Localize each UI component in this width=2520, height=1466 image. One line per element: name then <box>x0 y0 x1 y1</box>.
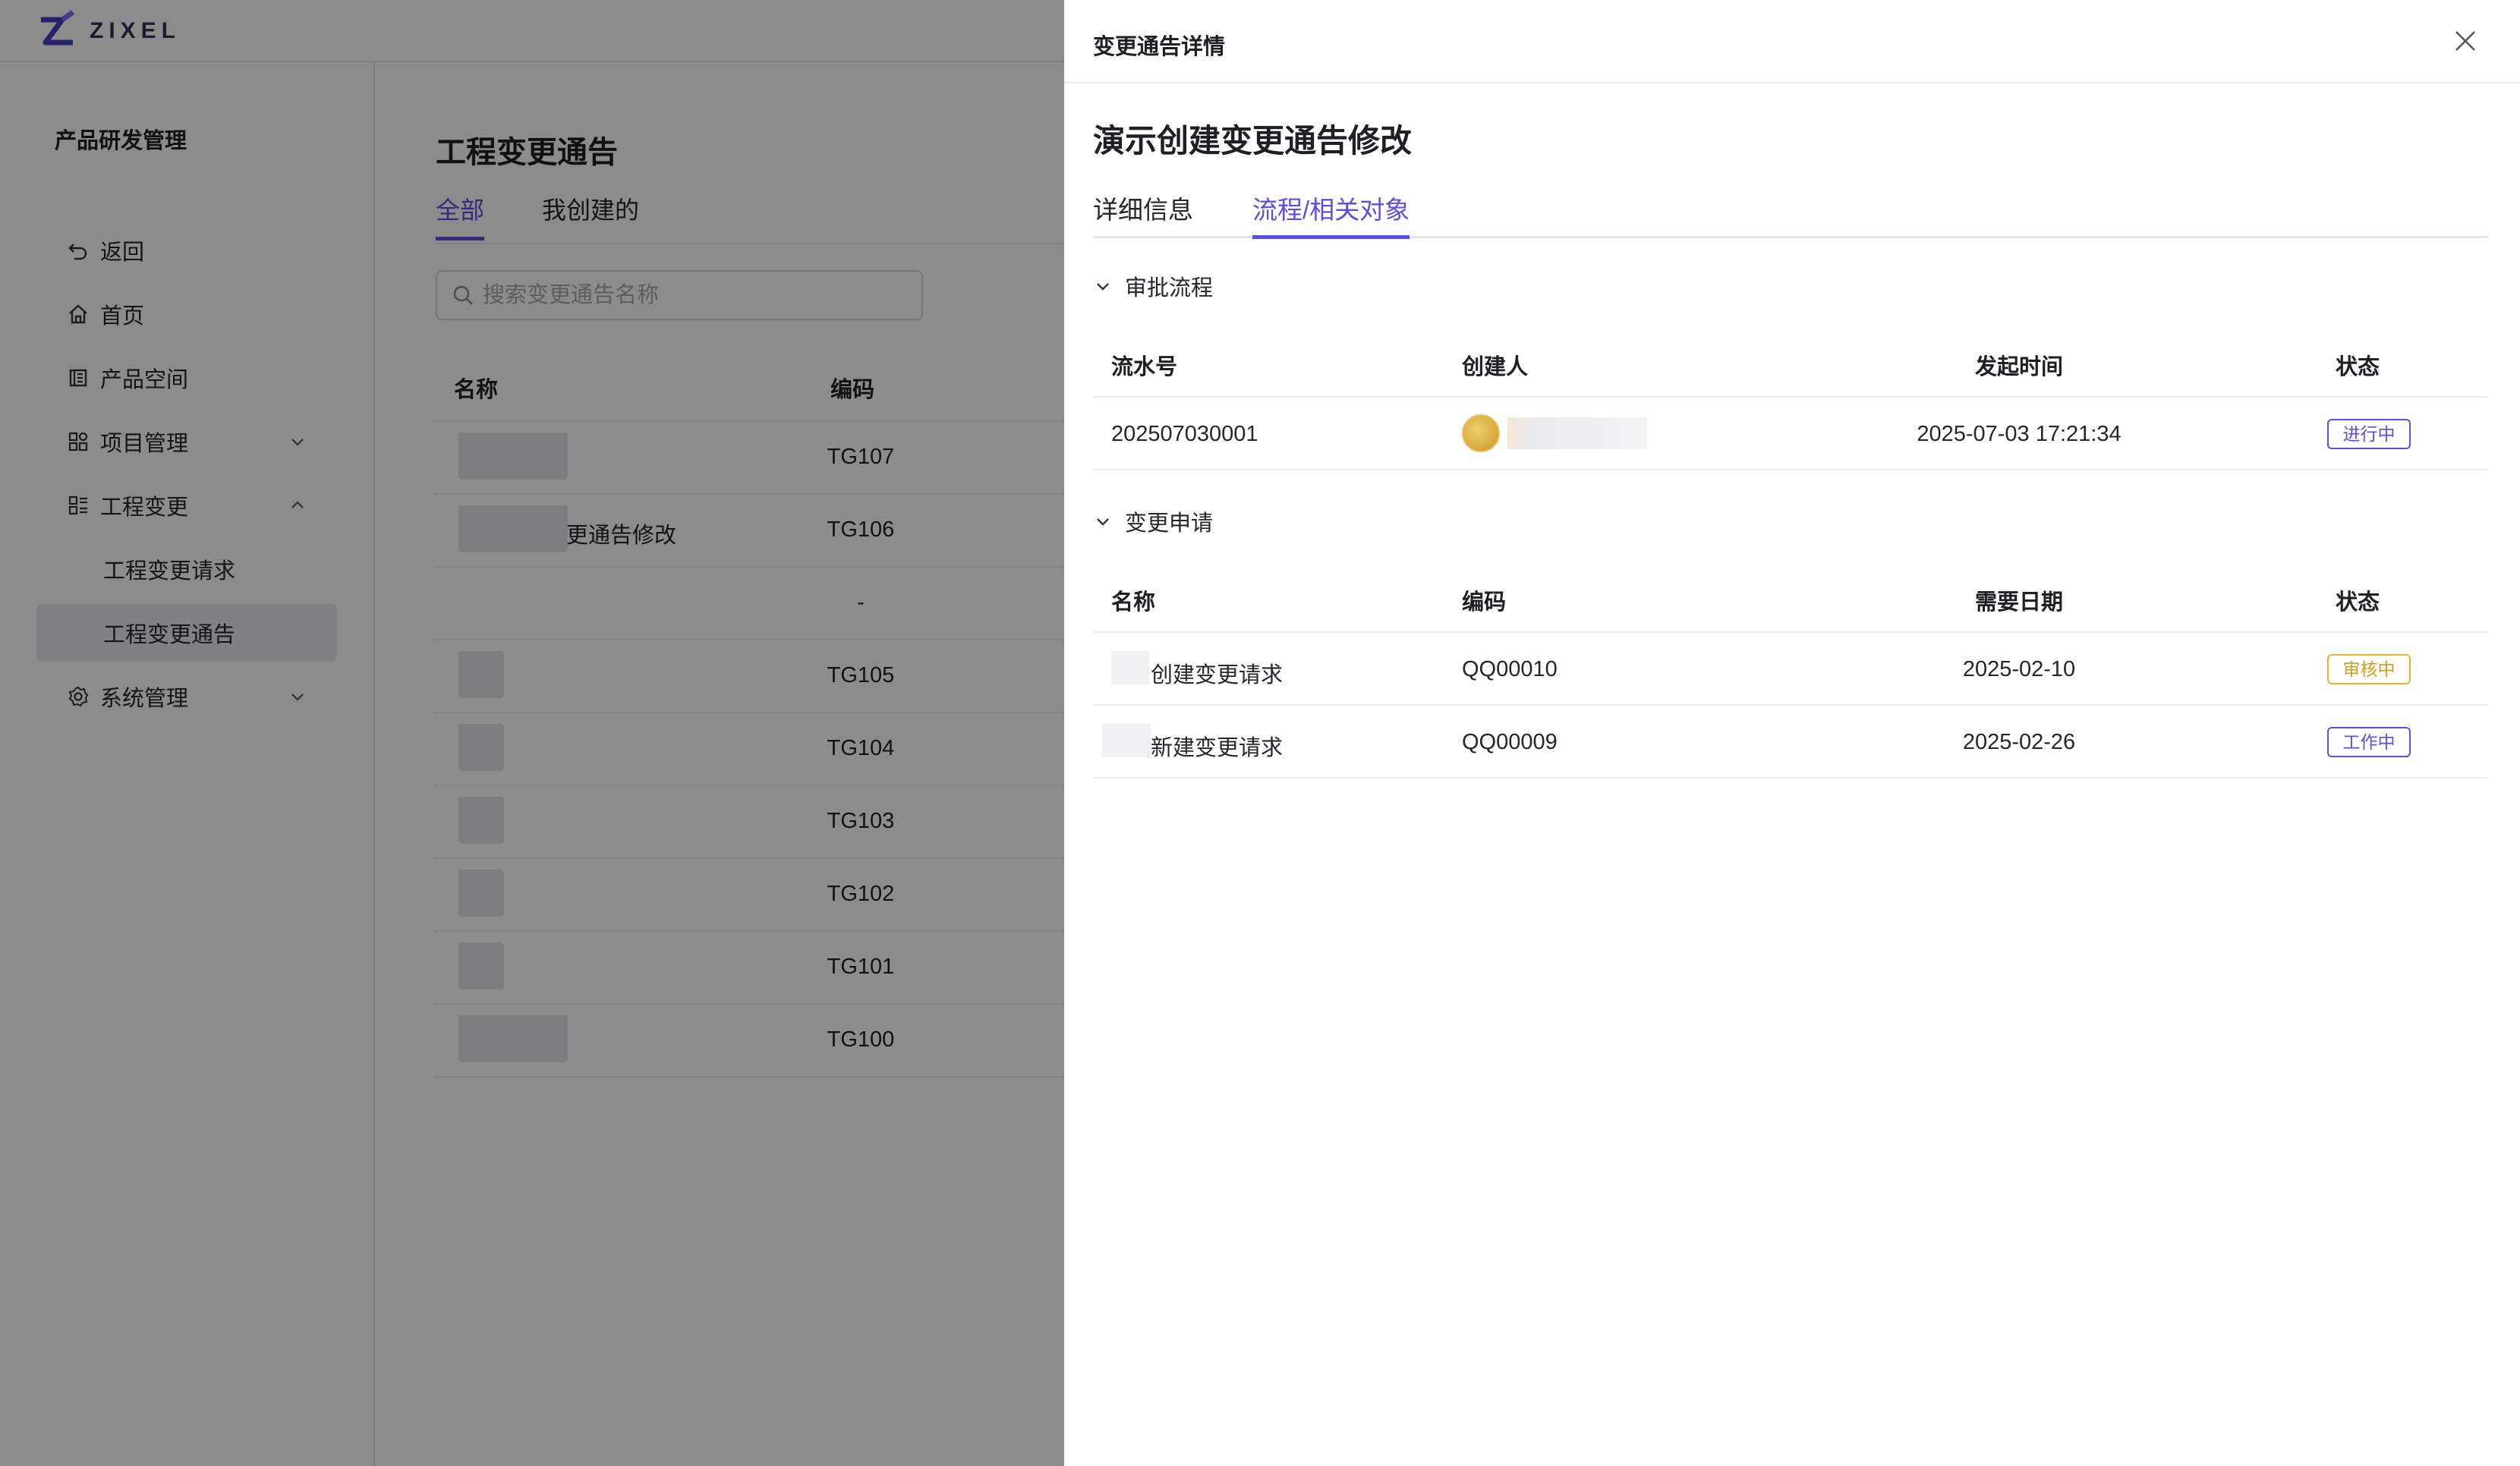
column-header-creator: 创建人 <box>1462 355 1529 379</box>
section-approval-process[interactable]: 审批流程 <box>1093 270 1213 302</box>
drawer-tabs: 详细信息 流程/相关对象 <box>1093 190 2488 239</box>
table-row[interactable]: 创建变更请求 QQ00010 2025-02-10 审核中 <box>1093 633 2488 706</box>
section-title: 审批流程 <box>1125 276 1214 300</box>
change-notice-detail-drawer: 变更通告详情 演示创建变更通告修改 详细信息 流程/相关对象 审批流程 流水号 … <box>1064 0 2520 1466</box>
request-code: QQ00010 <box>1462 657 1558 681</box>
column-header-required-date: 需要日期 <box>1974 590 2063 615</box>
serial-number: 202507030001 <box>1111 422 1258 446</box>
status-badge: 进行中 <box>2327 419 2411 449</box>
close-icon[interactable] <box>2452 27 2479 55</box>
redacted-name-prefix <box>1111 651 1149 684</box>
chevron-down-icon <box>1097 283 1109 291</box>
start-time: 2025-07-03 17:21:34 <box>1917 422 2122 446</box>
tab-process-related[interactable]: 流程/相关对象 <box>1252 190 1410 239</box>
request-code: QQ00009 <box>1462 730 1558 754</box>
status-badge: 审核中 <box>2327 654 2411 684</box>
section-change-requests[interactable]: 变更申请 <box>1093 505 1213 537</box>
approval-table-header: 流水号 创建人 发起时间 状态 <box>1093 325 2488 398</box>
column-header-status: 状态 <box>2335 590 2380 615</box>
status-badge: 工作中 <box>2327 727 2411 757</box>
table-row[interactable]: 202507030001 2025-07-03 17:21:34 进行中 <box>1093 398 2488 470</box>
column-header-status: 状态 <box>2335 355 2380 379</box>
table-row[interactable]: 新建变更请求 QQ00009 2025-02-26 工作中 <box>1093 706 2488 779</box>
request-name-link[interactable]: 创建变更请求 <box>1151 657 1283 689</box>
avatar <box>1462 414 1500 452</box>
drawer-header: 变更通告详情 <box>1064 0 2520 83</box>
tab-details[interactable]: 详细信息 <box>1093 190 1193 235</box>
column-header-serial: 流水号 <box>1111 355 1178 379</box>
change-request-table-header: 名称 编码 需要日期 状态 <box>1093 560 2488 633</box>
redacted-creator-name <box>1507 417 1647 449</box>
section-title: 变更申请 <box>1125 511 1214 536</box>
request-name-link[interactable]: 新建变更请求 <box>1151 730 1283 762</box>
required-date: 2025-02-10 <box>1962 657 2076 681</box>
drawer-header-title: 变更通告详情 <box>1093 35 1226 59</box>
column-header-name: 名称 <box>1111 590 1156 615</box>
chevron-down-icon <box>1097 518 1109 526</box>
redacted-name-prefix <box>1102 724 1151 757</box>
drawer-title: 演示创建变更通告修改 <box>1093 123 1413 159</box>
column-header-start-time: 发起时间 <box>1974 355 2063 379</box>
modal-mask[interactable] <box>0 0 1064 1466</box>
column-header-code: 编码 <box>1462 590 1507 615</box>
required-date: 2025-02-26 <box>1962 730 2076 754</box>
